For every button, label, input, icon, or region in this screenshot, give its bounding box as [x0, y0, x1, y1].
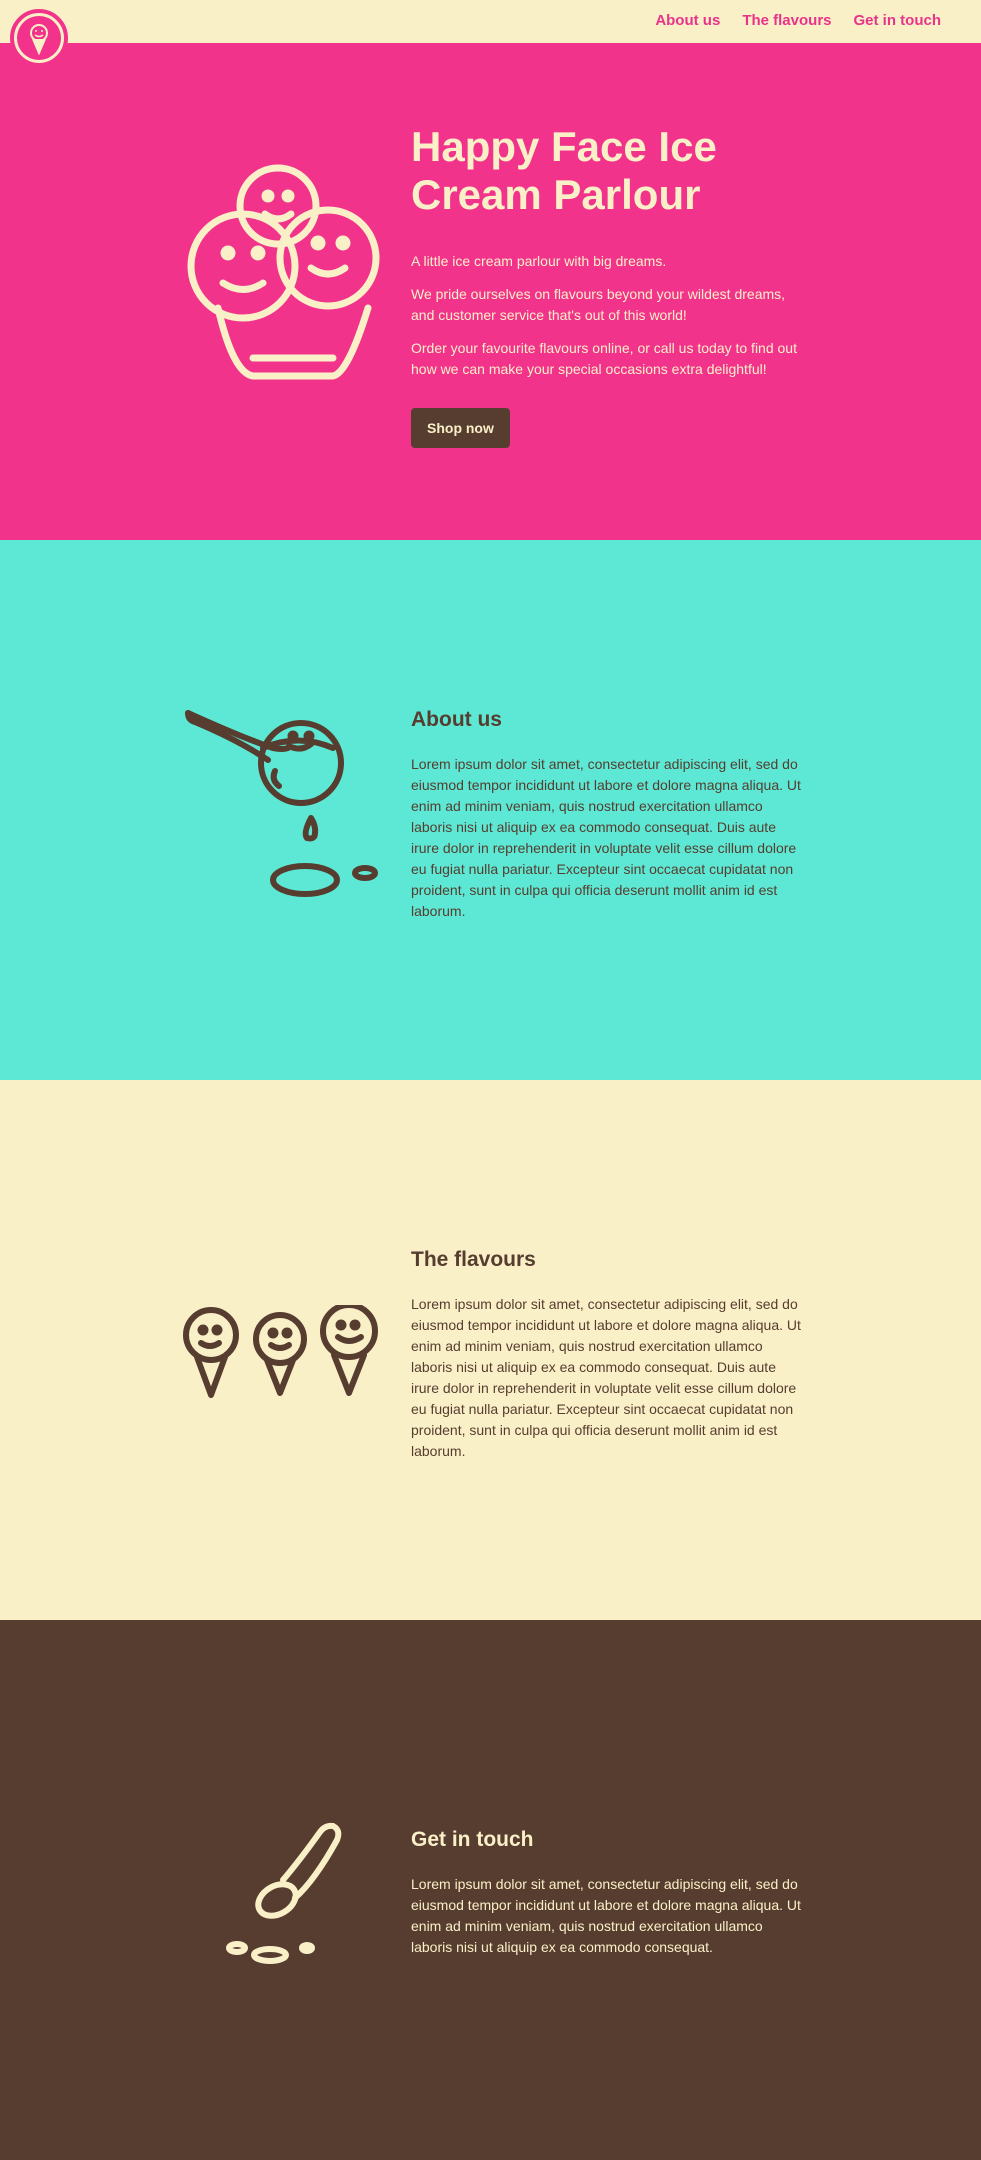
main-nav: About us The flavours Get in touch [655, 12, 941, 29]
hero-tagline: A little ice cream parlour with big drea… [411, 253, 667, 269]
contact-content: Get in touch Lorem ipsum dolor sit amet,… [411, 1828, 806, 1958]
about-heading: About us [411, 708, 502, 731]
logo[interactable] [10, 9, 68, 67]
ice-cream-cone-face-icon [17, 16, 61, 60]
site-header: About us The flavours Get in touch [0, 0, 981, 67]
three-scoop-ice-cream-icon [183, 158, 383, 393]
page-title: Happy Face Ice Cream Parlour [411, 123, 717, 218]
shop-now-button[interactable]: Shop now [411, 408, 510, 448]
hero-content: Happy Face Ice Cream Parlour A little ic… [411, 123, 806, 448]
flavours-section: The flavours Lorem ipsum dolor sit amet,… [0, 1080, 981, 1620]
flavours-content: The flavours Lorem ipsum dolor sit amet,… [411, 1248, 806, 1462]
contact-section: Get in touch Lorem ipsum dolor sit amet,… [0, 1620, 981, 2160]
contact-text: Lorem ipsum dolor sit amet, consectetur … [411, 1876, 801, 1955]
nav-the-flavours[interactable]: The flavours [742, 12, 831, 29]
spoon-icon [225, 1820, 345, 1975]
hero-paragraph-2: We pride ourselves on flavours beyond yo… [411, 286, 786, 323]
flavours-heading: The flavours [411, 1248, 536, 1271]
nav-about-us[interactable]: About us [655, 12, 720, 29]
scoop-pouring-icon [183, 708, 383, 913]
about-section: About us Lorem ipsum dolor sit amet, con… [0, 540, 981, 1080]
about-text: Lorem ipsum dolor sit amet, consectetur … [411, 756, 801, 919]
contact-heading: Get in touch [411, 1828, 534, 1851]
nav-get-in-touch[interactable]: Get in touch [854, 12, 942, 29]
hero-paragraph-3: Order your favourite flavours online, or… [411, 340, 797, 377]
about-content: About us Lorem ipsum dolor sit amet, con… [411, 708, 806, 922]
hero-section: Happy Face Ice Cream Parlour A little ic… [0, 43, 981, 540]
three-cones-icon [183, 1302, 383, 1410]
flavours-text: Lorem ipsum dolor sit amet, consectetur … [411, 1296, 801, 1459]
